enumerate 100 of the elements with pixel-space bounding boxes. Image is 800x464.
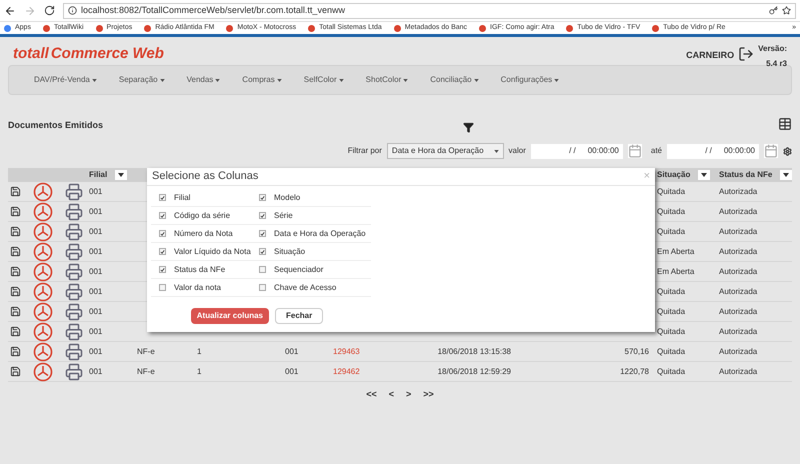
- menu-item[interactable]: SelfColor: [304, 74, 344, 86]
- column-option[interactable]: Valor da nota: [151, 279, 251, 297]
- pagination-button[interactable]: <: [388, 388, 394, 402]
- date-field[interactable]: / / 00:00:00: [667, 144, 759, 158]
- checkbox[interactable]: [259, 248, 266, 255]
- printer-icon[interactable]: [65, 222, 83, 240]
- pagination-button[interactable]: >>: [423, 388, 434, 402]
- column-option[interactable]: Modelo: [251, 189, 371, 207]
- pdf-icon[interactable]: [33, 302, 53, 322]
- table-cell: Quitada: [657, 186, 686, 196]
- save-icon[interactable]: [10, 326, 21, 337]
- dropdown-button[interactable]: [115, 170, 128, 180]
- menu-item[interactable]: Conciliação: [430, 74, 479, 86]
- column-option[interactable]: Sequenciador: [251, 261, 371, 279]
- checkbox[interactable]: [159, 230, 166, 237]
- column-header[interactable]: Filial: [89, 169, 108, 181]
- save-icon[interactable]: [10, 206, 21, 217]
- table-cell: NF-e: [137, 346, 155, 356]
- column-option[interactable]: Código da série: [151, 207, 251, 225]
- checkbox[interactable]: [159, 212, 166, 219]
- close-dialog-button[interactable]: Fechar: [275, 308, 324, 324]
- address-bar[interactable]: localhost:8082/TotallCommerceWeb/servlet/br.com.totall.tt_venww: [63, 2, 796, 18]
- dropdown-button[interactable]: [698, 170, 710, 180]
- table-cell: 129463: [333, 346, 360, 356]
- table-cell: 001: [89, 226, 102, 236]
- caret-icon: [118, 173, 124, 177]
- date-field[interactable]: / / 00:00:00: [530, 144, 623, 158]
- table-cell: Autorizada: [719, 346, 758, 356]
- checkbox[interactable]: [159, 194, 166, 201]
- dropdown-button[interactable]: [780, 170, 792, 180]
- checkbox[interactable]: [259, 266, 266, 273]
- pdf-icon[interactable]: [33, 262, 53, 282]
- pdf-icon[interactable]: [33, 202, 53, 222]
- checkbox[interactable]: [259, 284, 266, 291]
- pdf-icon[interactable]: [33, 322, 53, 342]
- column-option[interactable]: Série: [251, 207, 371, 225]
- table-cell: Quitada: [657, 226, 686, 236]
- pdf-icon[interactable]: [33, 342, 53, 362]
- favicon-icon: [394, 24, 401, 32]
- printer-icon[interactable]: [65, 182, 83, 200]
- update-columns-button[interactable]: Atualizar colunas: [190, 308, 269, 324]
- table-cell: 1: [197, 366, 202, 376]
- printer-icon[interactable]: [65, 282, 83, 300]
- save-icon[interactable]: [10, 346, 21, 357]
- save-icon[interactable]: [10, 246, 21, 257]
- checkbox[interactable]: [259, 194, 266, 201]
- column-option[interactable]: Número da Nota: [151, 225, 251, 243]
- printer-icon[interactable]: [65, 202, 83, 220]
- printer-icon[interactable]: [65, 362, 83, 380]
- reload-icon[interactable]: [44, 5, 55, 16]
- filter-select[interactable]: Data e Hora da Operação: [386, 143, 504, 159]
- user-name: CARNEIRO: [686, 49, 734, 62]
- column-option[interactable]: Filial: [151, 189, 251, 207]
- checkbox[interactable]: [259, 212, 266, 219]
- menu-item[interactable]: Configurações: [500, 74, 560, 86]
- favicon-icon: [4, 24, 11, 32]
- save-icon[interactable]: [10, 226, 21, 237]
- checkbox[interactable]: [259, 230, 266, 237]
- checkbox[interactable]: [159, 266, 166, 273]
- column-header[interactable]: Status da NFe: [719, 169, 772, 181]
- pdf-icon[interactable]: [33, 282, 53, 302]
- printer-icon[interactable]: [65, 242, 83, 260]
- menu-item[interactable]: DAV/Pré-Venda: [34, 74, 97, 86]
- settings-icon[interactable]: [783, 146, 792, 156]
- printer-icon[interactable]: [65, 262, 83, 280]
- columns-icon[interactable]: [778, 117, 792, 131]
- logout-icon[interactable]: [738, 46, 754, 62]
- pdf-icon[interactable]: [33, 362, 53, 382]
- menu-item[interactable]: Separação: [118, 74, 165, 86]
- column-header[interactable]: Situação: [657, 169, 690, 181]
- printer-icon[interactable]: [65, 302, 83, 320]
- pdf-icon[interactable]: [33, 222, 53, 242]
- bookmark-star-icon[interactable]: [782, 6, 791, 15]
- printer-icon[interactable]: [65, 322, 83, 340]
- column-option[interactable]: Situação: [251, 243, 371, 261]
- menu-item[interactable]: ShotColor: [366, 74, 408, 86]
- key-icon[interactable]: [769, 6, 778, 15]
- pdf-icon[interactable]: [33, 182, 53, 202]
- checkbox[interactable]: [159, 248, 166, 255]
- version-number: 5.4 r3: [766, 58, 787, 70]
- back-icon[interactable]: [4, 4, 16, 16]
- menu-item[interactable]: Compras: [242, 74, 282, 86]
- column-option[interactable]: Status da NFe: [151, 261, 251, 279]
- save-icon[interactable]: [10, 286, 21, 297]
- pagination-button[interactable]: <<: [366, 388, 377, 402]
- menu-item[interactable]: Vendas: [186, 74, 220, 86]
- column-option[interactable]: Data e Hora da Operação: [251, 225, 371, 243]
- printer-icon[interactable]: [65, 342, 83, 360]
- filter-icon[interactable]: [463, 122, 474, 133]
- save-icon[interactable]: [10, 366, 21, 377]
- checkbox[interactable]: [159, 284, 166, 291]
- table-cell: Em Aberta: [657, 246, 694, 256]
- pagination-button[interactable]: >: [406, 388, 412, 402]
- save-icon[interactable]: [10, 186, 21, 197]
- pdf-icon[interactable]: [33, 242, 53, 262]
- column-option[interactable]: Chave de Acesso: [251, 279, 371, 297]
- table-cell: Quitada: [657, 206, 686, 216]
- save-icon[interactable]: [10, 266, 21, 277]
- column-option[interactable]: Valor Líquido da Nota: [151, 243, 251, 261]
- save-icon[interactable]: [10, 306, 21, 317]
